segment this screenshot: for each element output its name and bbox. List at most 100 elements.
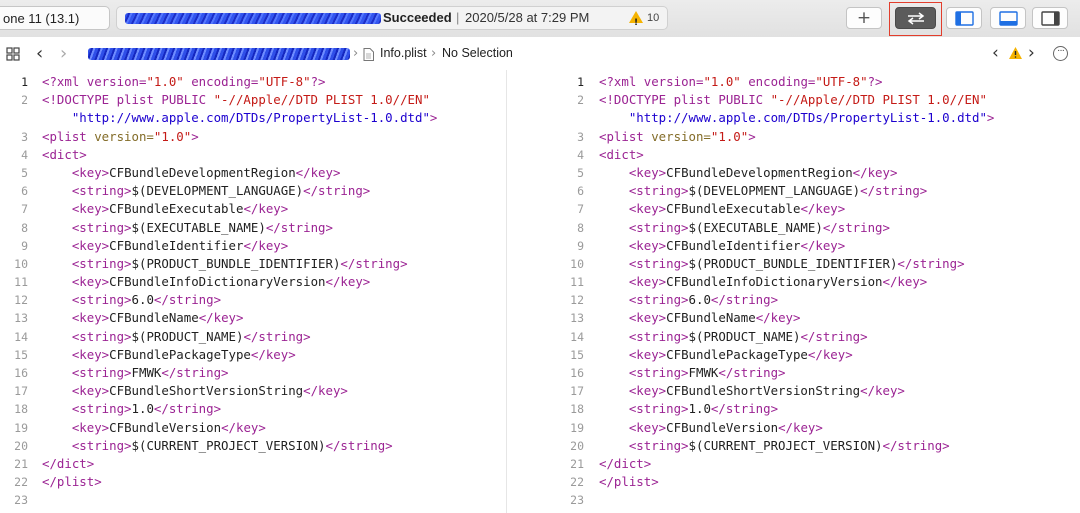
- code-review-button[interactable]: [895, 7, 936, 29]
- code-line[interactable]: 11 <key>CFBundleInfoDictionaryVersion</k…: [0, 273, 506, 291]
- warning-count: 10: [647, 12, 660, 24]
- navigator-toggle-button[interactable]: [946, 7, 982, 29]
- code-line[interactable]: 16 <string>FMWK</string>: [0, 364, 506, 382]
- code-line[interactable]: 23: [0, 491, 506, 509]
- code-line[interactable]: 18 <string>1.0</string>: [556, 400, 1080, 418]
- add-library-button[interactable]: +: [846, 7, 882, 29]
- code-line[interactable]: 6 <string>$(DEVELOPMENT_LANGUAGE)</strin…: [0, 182, 506, 200]
- code-token: </dict>: [42, 455, 95, 471]
- code-line[interactable]: 15 <key>CFBundlePackageType</key>: [0, 346, 506, 364]
- code-line[interactable]: 5 <key>CFBundleDevelopmentRegion</key>: [0, 164, 506, 182]
- code-line[interactable]: 7 <key>CFBundleExecutable</key>: [556, 200, 1080, 218]
- code-line[interactable]: 4 <dict>: [0, 146, 506, 164]
- code-line[interactable]: 6 <string>$(DEVELOPMENT_LANGUAGE)</strin…: [556, 182, 1080, 200]
- code-line[interactable]: 20 <string>$(CURRENT_PROJECT_VERSION)</s…: [0, 437, 506, 455]
- redacted-path[interactable]: [88, 48, 350, 60]
- code-token: CFBundleExecutable: [666, 201, 801, 217]
- line-number: 1: [577, 75, 584, 89]
- code-line[interactable]: 2 <!DOCTYPE plist PUBLIC "-//Apple//DTD P…: [556, 91, 1080, 109]
- code-line[interactable]: 1 <?xml version="1.0" encoding="UTF-8"?>: [0, 73, 506, 91]
- code-line[interactable]: 4 <dict>: [556, 146, 1080, 164]
- issue-warning-icon[interactable]: [1008, 46, 1023, 60]
- code-line[interactable]: 20 <string>$(CURRENT_PROJECT_VERSION)</s…: [556, 437, 1080, 455]
- code-line[interactable]: 15 <key>CFBundlePackageType</key>: [556, 346, 1080, 364]
- code-line[interactable]: 22 </plist>: [0, 473, 506, 491]
- code-line[interactable]: 14 <string>$(PRODUCT_NAME)</string>: [556, 328, 1080, 346]
- code-line[interactable]: 17 <key>CFBundleShortVersionString</key>: [0, 382, 506, 400]
- selection-crumb[interactable]: No Selection: [442, 37, 513, 70]
- code-line[interactable]: 19 <key>CFBundleVersion</key>: [556, 419, 1080, 437]
- code-line[interactable]: 21 </dict>: [0, 455, 506, 473]
- code-token: <key>: [71, 237, 110, 253]
- code-line[interactable]: 13 <key>CFBundleName</key>: [556, 309, 1080, 327]
- editor-left-pane[interactable]: 1 <?xml version="1.0" encoding="UTF-8"?> 2…: [0, 70, 507, 513]
- code-line[interactable]: 2 <!DOCTYPE plist PUBLIC "-//Apple//DTD P…: [0, 91, 506, 109]
- scheme-selector[interactable]: one 11 (13.1): [0, 6, 110, 30]
- code-line[interactable]: 21 </dict>: [556, 455, 1080, 473]
- back-button[interactable]: ‹: [36, 37, 43, 70]
- code-line[interactable]: 14 <string>$(PRODUCT_NAME)</string>: [0, 328, 506, 346]
- code-line[interactable]: "http://www.apple.com/DTDs/PropertyList-…: [556, 109, 1080, 127]
- related-items-grid-icon[interactable]: [6, 47, 20, 61]
- line-number: 16: [570, 366, 584, 380]
- code-token: $(DEVELOPMENT_LANGUAGE): [131, 183, 304, 199]
- line-number: 15: [14, 347, 28, 362]
- line-number: 10: [570, 256, 584, 271]
- code-token: FMWK: [131, 365, 162, 380]
- code-line[interactable]: 18 <string>1.0</string>: [0, 400, 506, 418]
- line-number: 19: [570, 420, 584, 435]
- code-line[interactable]: 12 <string>6.0</string>: [0, 291, 506, 309]
- code-line[interactable]: 9 <key>CFBundleIdentifier</key>: [556, 237, 1080, 255]
- code-line[interactable]: 3 <plist version="1.0">: [556, 128, 1080, 146]
- code-line[interactable]: 10 <string>$(PRODUCT_BUNDLE_IDENTIFIER)<…: [556, 255, 1080, 273]
- forward-button[interactable]: ›: [60, 37, 67, 70]
- line-number: 18: [570, 402, 584, 417]
- code-line[interactable]: 3 <plist version="1.0">: [0, 128, 506, 146]
- code-text: <key>CFBundleIdentifier</key>: [599, 237, 845, 255]
- next-issue-button[interactable]: ›: [1028, 37, 1035, 70]
- code-token: </key>: [303, 383, 348, 399]
- code-text: <string>6.0</string>: [42, 291, 221, 309]
- code-token: CFBundleIdentifier: [109, 237, 244, 253]
- code-line[interactable]: 23: [556, 491, 1080, 509]
- code-token: </key>: [778, 419, 823, 435]
- code-token: <string>: [628, 292, 689, 308]
- line-number: 6: [577, 184, 584, 199]
- code-token: "1.0": [703, 74, 741, 89]
- code-line[interactable]: 17 <key>CFBundleShortVersionString</key>: [556, 382, 1080, 400]
- code-text: "http://www.apple.com/DTDs/PropertyList-…: [42, 109, 438, 127]
- warnings-indicator[interactable]: 10: [629, 7, 660, 34]
- editor-right-pane[interactable]: 1 <?xml version="1.0" encoding="UTF-8"?> 2…: [556, 70, 1080, 513]
- code-line[interactable]: 19 <key>CFBundleVersion</key>: [0, 419, 506, 437]
- code-line[interactable]: 8 <string>$(EXECUTABLE_NAME)</string>: [0, 219, 506, 237]
- code-token: </string>: [897, 255, 965, 271]
- code-line[interactable]: "http://www.apple.com/DTDs/PropertyList-…: [0, 109, 506, 127]
- navigator-panel-icon: [955, 11, 974, 26]
- code-token: <string>: [628, 365, 689, 380]
- file-name-crumb[interactable]: Info.plist: [380, 37, 427, 70]
- code-token: "UTF-8": [815, 74, 868, 89]
- code-line[interactable]: 16 <string>FMWK</string>: [556, 364, 1080, 382]
- code-token: CFBundleDevelopmentRegion: [109, 164, 296, 180]
- code-line[interactable]: 7 <key>CFBundleExecutable</key>: [0, 200, 506, 218]
- code-text: <string>$(PRODUCT_BUNDLE_IDENTIFIER)</st…: [599, 255, 965, 273]
- code-line[interactable]: 5 <key>CFBundleDevelopmentRegion</key>: [556, 164, 1080, 182]
- code-token: $(EXECUTABLE_NAME): [131, 219, 266, 235]
- previous-issue-button[interactable]: ‹: [992, 37, 999, 70]
- debug-area-toggle-button[interactable]: [990, 7, 1026, 29]
- code-text: <key>CFBundleName</key>: [599, 309, 801, 327]
- code-line[interactable]: 12 <string>6.0</string>: [556, 291, 1080, 309]
- inspector-toggle-button[interactable]: [1032, 7, 1068, 29]
- code-line[interactable]: 11 <key>CFBundleInfoDictionaryVersion</k…: [556, 273, 1080, 291]
- more-options-icon[interactable]: ···: [1053, 46, 1068, 61]
- code-line[interactable]: 22 </plist>: [556, 473, 1080, 491]
- code-line[interactable]: 8 <string>$(EXECUTABLE_NAME)</string>: [556, 219, 1080, 237]
- code-line[interactable]: 9 <key>CFBundleIdentifier</key>: [0, 237, 506, 255]
- code-line[interactable]: 10 <string>$(PRODUCT_BUNDLE_IDENTIFIER)<…: [0, 255, 506, 273]
- code-line[interactable]: 13 <key>CFBundleName</key>: [0, 309, 506, 327]
- code-token: </key>: [800, 237, 846, 253]
- code-line[interactable]: 1 <?xml version="1.0" encoding="UTF-8"?>: [556, 73, 1080, 91]
